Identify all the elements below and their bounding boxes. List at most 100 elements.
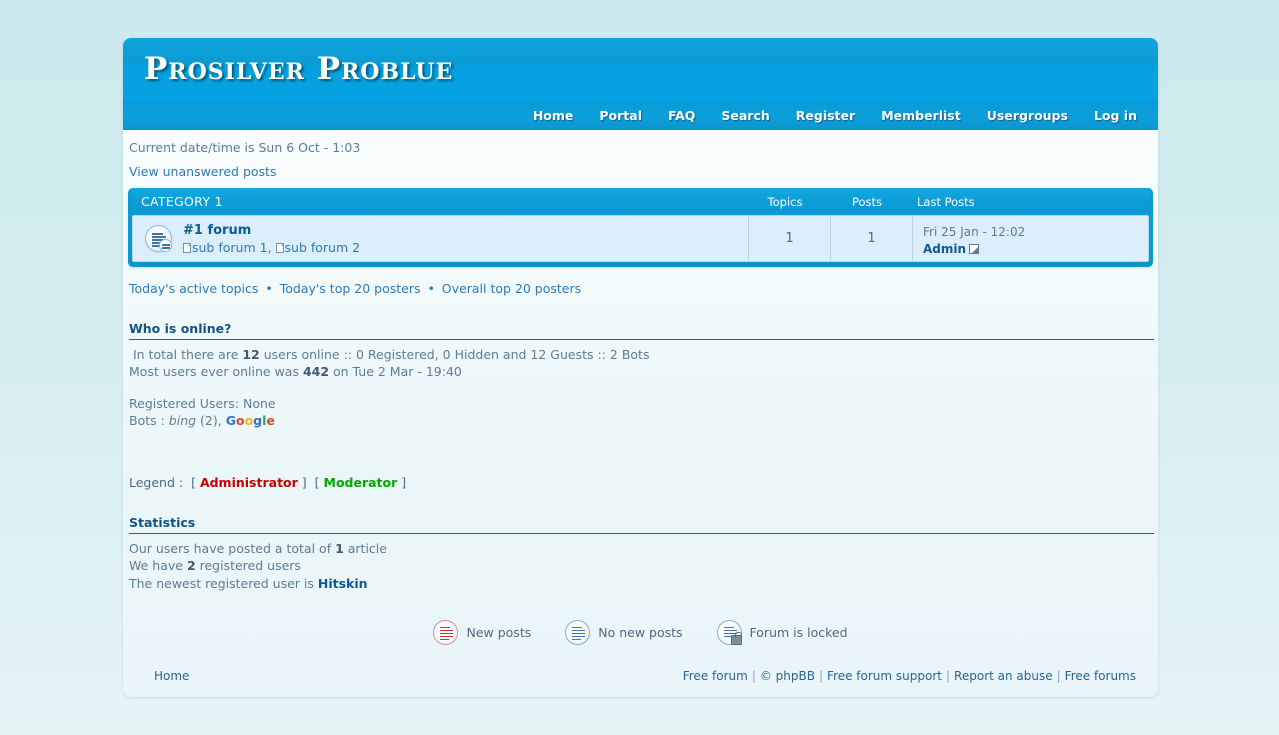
forum-icon-badge [158, 239, 172, 252]
quicklink-2[interactable]: Today's top 20 posters [280, 281, 421, 296]
google-letter: e [266, 412, 275, 428]
view-unanswered-posts-row: View unanswered posts [128, 155, 1155, 179]
stat-users-prefix: We have [129, 558, 187, 574]
bot-bing: bing [168, 412, 197, 428]
forum-locked-icon [716, 619, 742, 645]
newest-user-link[interactable]: Hitskin [318, 576, 368, 591]
forum-last-post-cell: Fri 25 Jan - 12:02 Admin [913, 216, 1148, 261]
page-icon [275, 243, 284, 253]
google-letter: g [253, 412, 263, 428]
footer-link[interactable]: Report an abuse [954, 669, 1053, 683]
stat-posts-suffix: article [343, 541, 387, 556]
legend-admin-close-bracket: ] [301, 475, 307, 490]
forum-page-panel: Prosilver Problue Home Portal FAQ Search Reg… [123, 38, 1158, 697]
forum-name-link[interactable]: #1 forum [183, 223, 251, 238]
main-navigation[interactable]: Home Portal FAQ Search Register Memberlist Use… [123, 101, 1158, 130]
no-new-posts-icon [565, 619, 591, 645]
last-post-author-link[interactable]: Admin [923, 242, 966, 256]
nav-usergroups[interactable]: Usergroups [987, 108, 1068, 123]
quick-links: Today's active topics • Today's top 20 p… [129, 281, 1155, 296]
nav-search[interactable]: Search [721, 108, 769, 123]
legend-new-posts: New posts [433, 619, 532, 645]
who-is-online-heading: Who is online? [129, 321, 1154, 340]
registered-users-row: Registered Users: None [129, 395, 276, 411]
stat-newest-prefix: The newest registered user is [129, 575, 318, 591]
legend-forum-locked-label: Forum is locked [749, 624, 848, 640]
footer-home-link[interactable]: Home [154, 669, 189, 683]
site-title: Prosilver Problue [144, 51, 454, 87]
rank-legend: Legend : [ Administrator ] [ Moderator ] [129, 475, 1155, 490]
stat-newest-row: The newest registered user is Hitskin [129, 575, 1155, 592]
stat-posts-count: 1 [335, 541, 344, 556]
bot-google: Google [226, 413, 275, 428]
footer-separator: | [946, 668, 951, 683]
quicklink-separator: • [261, 281, 277, 296]
page-icon [183, 243, 191, 253]
category-header: CATEGORY 1 Topics Posts Last Posts [132, 188, 1149, 215]
footer-separator: | [818, 668, 824, 683]
record-count: 442 [302, 364, 330, 380]
column-header-posts: Posts [851, 194, 883, 209]
forum-row: #1 forum sub forum 1, sub forum 2 1 1 Fri 25… [132, 215, 1149, 262]
page-footer: Home Free forum | © phpBB | Free forum suppo… [126, 661, 1155, 697]
footer-separator: | [751, 668, 756, 683]
bots-prefix: Bots : [129, 412, 169, 428]
legend-moderator: Moderator [323, 475, 398, 490]
online-total-suffix: users online :: 0 Registered, 0 Hidden a… [259, 347, 650, 362]
category-block: CATEGORY 1 Topics Posts Last Posts #1 fo… [128, 188, 1153, 267]
last-post-date: Fri 25 Jan - 12:02 [923, 225, 1026, 239]
forum-icon-cell [133, 216, 183, 261]
footer-separator: | [1056, 668, 1061, 683]
google-letter: o [235, 412, 245, 428]
legend-new-posts-label: New posts [466, 624, 532, 640]
online-total-prefix: In total there are [132, 347, 243, 362]
footer-link[interactable]: © phpBB [760, 669, 815, 683]
footer-link[interactable]: Free forums [1065, 669, 1136, 683]
quicklink-1[interactable]: Today's active topics [129, 281, 258, 296]
nav-login[interactable]: Log in [1094, 108, 1137, 123]
new-posts-icon [433, 619, 459, 645]
legend-no-new-posts: No new posts [565, 619, 683, 645]
forum-topics-count: 1 [749, 216, 831, 261]
bots-row: Bots : bing (2), Google [129, 412, 1155, 429]
legend-no-new-posts-label: No new posts [598, 624, 683, 640]
quicklink-separator: • [423, 281, 439, 296]
forum-info-cell: #1 forum sub forum 1, sub forum 2 [183, 216, 749, 261]
quicklink-3[interactable]: Overall top 20 posters [442, 281, 581, 296]
column-header-topics: Topics [767, 194, 803, 209]
footer-links: Free forum | © phpBB | Free forum support | Re… [683, 669, 1145, 683]
bot-bing-count: (2), [196, 412, 226, 428]
category-title: CATEGORY 1 [141, 194, 223, 209]
nav-home[interactable]: Home [533, 108, 574, 123]
stat-users-suffix: registered users [195, 558, 301, 574]
legend-mod-close-bracket: ] [401, 475, 407, 490]
view-unanswered-posts-link[interactable]: View unanswered posts [129, 164, 276, 179]
google-letter: o [244, 412, 254, 428]
subforum-link[interactable]: sub forum 1 [192, 240, 268, 255]
record-suffix: on Tue 2 Mar - 19:40 [329, 364, 462, 380]
nav-memberlist[interactable]: Memberlist [881, 108, 961, 123]
footer-link[interactable]: Free forum [683, 669, 748, 683]
subforum-list: sub forum 1, sub forum 2 [183, 240, 740, 255]
footer-link[interactable]: Free forum support [827, 669, 942, 683]
online-total-row: In total there are 12 users online :: 0 … [129, 346, 1155, 363]
page-content: Current date/time is Sun 6 Oct - 1:03 Vi… [123, 130, 1158, 697]
legend-label: Legend : [129, 475, 184, 490]
nav-faq[interactable]: FAQ [668, 108, 695, 123]
online-record-row: Most users ever online was 442 on Tue 2 … [129, 363, 1155, 380]
jump-to-post-icon[interactable] [969, 244, 980, 255]
last-post-author-row: Admin [923, 241, 1148, 258]
google-letter: G [225, 412, 236, 428]
online-total-count: 12 [242, 347, 260, 362]
legend-forum-locked: Forum is locked [716, 619, 848, 645]
no-new-posts-icon [144, 225, 172, 252]
who-is-online-body: In total there are 12 users online :: 0 … [129, 346, 1155, 429]
current-datetime: Current date/time is Sun 6 Oct - 1:03 [129, 140, 361, 155]
stat-users-row: We have 2 registered users [129, 557, 1155, 574]
subforum-link[interactable]: sub forum 2 [285, 240, 361, 255]
nav-portal[interactable]: Portal [599, 108, 642, 123]
icon-legend: New posts No new posts Forum is locked [126, 619, 1155, 645]
stat-users-count: 2 [186, 558, 196, 574]
nav-register[interactable]: Register [796, 108, 855, 123]
legend-admin-open-bracket: [ [191, 475, 196, 490]
